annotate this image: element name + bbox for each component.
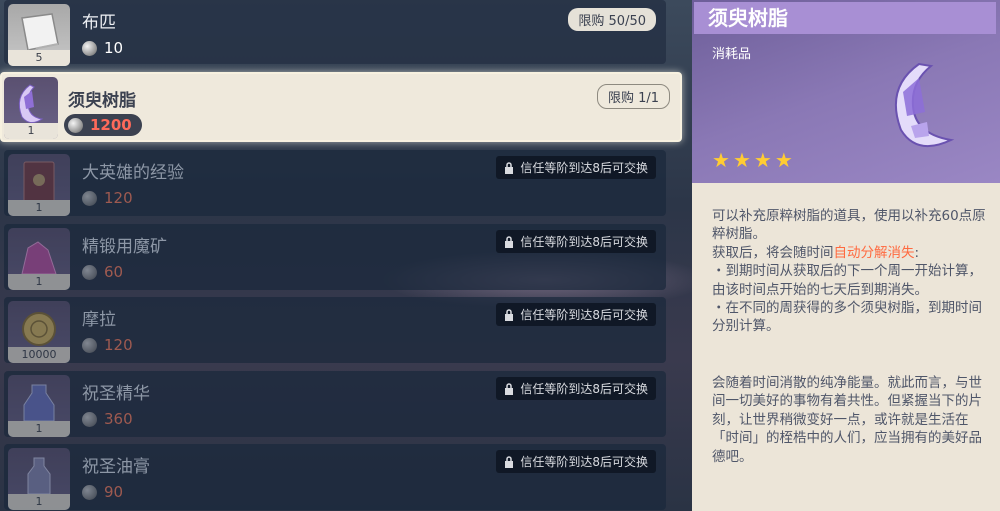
item-icon-box: 1 bbox=[8, 154, 70, 216]
star-icon: ★ bbox=[732, 148, 751, 172]
item-quantity: 1 bbox=[8, 274, 70, 290]
item-icon-box: 10000 bbox=[8, 301, 70, 363]
shop-item-sanctifying-essence[interactable]: 1 祝圣精华 360 信任等阶到达8后可交换 bbox=[4, 371, 666, 437]
item-name: 摩拉 bbox=[82, 310, 116, 330]
lock-icon bbox=[505, 455, 514, 468]
desc-highlight: 自动分解消失 bbox=[833, 244, 915, 261]
rarity-stars: ★ ★ ★ ★ bbox=[712, 150, 793, 170]
shop-item-mora[interactable]: 10000 摩拉 120 信任等阶到达8后可交换 bbox=[4, 297, 666, 363]
star-icon: ★ bbox=[774, 148, 793, 172]
coin-icon bbox=[82, 411, 97, 427]
item-quantity: 1 bbox=[4, 123, 58, 139]
desc-bullet-2: ・在不同的周获得的多个须臾树脂，到期时间分别计算。 bbox=[712, 300, 982, 335]
fragile-resin-art-icon bbox=[894, 62, 955, 148]
item-icon-box: 1 bbox=[8, 448, 70, 510]
shop-item-list[interactable]: 5 布匹 10 限购 50/50 1 须臾树脂 1200 限购 1/1 1 大英… bbox=[0, 0, 682, 511]
price-value: 360 bbox=[104, 410, 133, 428]
item-name: 须臾树脂 bbox=[68, 91, 136, 111]
lock-icon bbox=[505, 161, 514, 174]
lock-icon bbox=[505, 235, 514, 248]
shop-item-sanctifying-unction[interactable]: 1 祝圣油膏 90 信任等阶到达8后可交换 bbox=[4, 444, 666, 510]
lock-text: 信任等阶到达8后可交换 bbox=[520, 382, 648, 396]
item-price: 1200 bbox=[64, 114, 142, 136]
detail-category: 消耗品 bbox=[712, 47, 752, 62]
item-price: 10 bbox=[82, 38, 123, 58]
item-name: 祝圣油膏 bbox=[82, 457, 150, 477]
lock-icon bbox=[505, 382, 514, 395]
lock-requirement-tag: 信任等阶到达8后可交换 bbox=[496, 156, 656, 179]
detail-description: 可以补充原粹树脂的道具，使用以补充60点原粹树脂。 获取后，将会随时间自动分解消… bbox=[712, 207, 990, 336]
item-name: 大英雄的经验 bbox=[82, 163, 184, 183]
coin-icon bbox=[82, 40, 97, 56]
desc-line-2: 获取后，将会随时间自动分解消失: bbox=[712, 244, 990, 262]
item-icon-box: 1 bbox=[4, 77, 58, 139]
purchase-limit-badge: 限购 1/1 bbox=[596, 84, 670, 109]
coin-icon bbox=[82, 190, 97, 206]
price-value: 60 bbox=[104, 263, 124, 281]
item-price: 120 bbox=[82, 335, 133, 355]
item-icon-box: 5 bbox=[8, 4, 70, 66]
desc-text: : bbox=[914, 244, 920, 261]
shop-item-fragile-resin[interactable]: 1 须臾树脂 1200 限购 1/1 bbox=[0, 72, 682, 142]
price-value: 90 bbox=[104, 483, 124, 501]
detail-header: 须臾树脂 消耗品 ★ ★ ★ ★ bbox=[692, 0, 1000, 183]
shop-item-cloth[interactable]: 5 布匹 10 限购 50/50 bbox=[4, 0, 666, 66]
item-icon-box: 1 bbox=[8, 228, 70, 290]
price-value: 1200 bbox=[90, 116, 132, 134]
item-quantity: 5 bbox=[8, 50, 70, 66]
desc-bullet-1: ・到期时间从获取后的下一个周一开始计算，由该时间点开始的七天后到期消失。 bbox=[712, 263, 982, 298]
price-value: 10 bbox=[104, 39, 124, 57]
lock-requirement-tag: 信任等阶到达8后可交换 bbox=[496, 303, 656, 326]
coin-icon bbox=[82, 337, 97, 353]
lock-requirement-tag: 信任等阶到达8后可交换 bbox=[496, 230, 656, 253]
item-quantity: 10000 bbox=[8, 347, 70, 363]
item-price: 90 bbox=[82, 482, 123, 502]
lock-requirement-tag: 信任等阶到达8后可交换 bbox=[496, 450, 656, 473]
desc-text: 获取后，将会随时间 bbox=[712, 244, 834, 261]
lock-text: 信任等阶到达8后可交换 bbox=[520, 455, 648, 469]
purchase-limit-badge: 限购 50/50 bbox=[568, 8, 656, 31]
item-quantity: 1 bbox=[8, 494, 70, 510]
coin-icon bbox=[82, 264, 97, 280]
shop-item-mystic-enhancement-ore[interactable]: 1 精锻用魔矿 60 信任等阶到达8后可交换 bbox=[4, 224, 666, 290]
detail-title: 须臾树脂 bbox=[694, 2, 996, 34]
price-value: 120 bbox=[104, 189, 133, 207]
price-value: 120 bbox=[104, 336, 133, 354]
desc-line-1: 可以补充原粹树脂的道具，使用以补充60点原粹树脂。 bbox=[712, 208, 986, 243]
shop-item-heros-wit[interactable]: 1 大英雄的经验 120 信任等阶到达8后可交换 bbox=[4, 150, 666, 216]
item-name: 祝圣精华 bbox=[82, 384, 150, 404]
lock-icon bbox=[505, 308, 514, 321]
lock-text: 信任等阶到达8后可交换 bbox=[520, 235, 648, 249]
item-price: 360 bbox=[82, 409, 133, 429]
item-quantity: 1 bbox=[8, 200, 70, 216]
star-icon: ★ bbox=[753, 148, 772, 172]
lock-text: 信任等阶到达8后可交换 bbox=[520, 308, 648, 322]
item-name: 精锻用魔矿 bbox=[82, 237, 167, 257]
item-name: 布匹 bbox=[82, 13, 116, 33]
coin-icon bbox=[82, 484, 97, 500]
item-price: 120 bbox=[82, 188, 133, 208]
detail-flavor-text: 会随着时间消散的纯净能量。就此而言，与世间一切美好的事物有着共性。但紧握当下的片… bbox=[712, 375, 982, 465]
lock-requirement-tag: 信任等阶到达8后可交换 bbox=[496, 377, 656, 400]
lock-text: 信任等阶到达8后可交换 bbox=[520, 161, 648, 175]
item-icon-box: 1 bbox=[8, 375, 70, 437]
coin-icon bbox=[68, 117, 83, 133]
star-icon: ★ bbox=[712, 148, 730, 172]
item-price: 60 bbox=[82, 262, 123, 282]
item-quantity: 1 bbox=[8, 421, 70, 437]
item-detail-panel: 须臾树脂 消耗品 ★ ★ ★ ★ 可以补充原粹树脂的道具，使用以补充60点原粹树… bbox=[692, 0, 1000, 511]
